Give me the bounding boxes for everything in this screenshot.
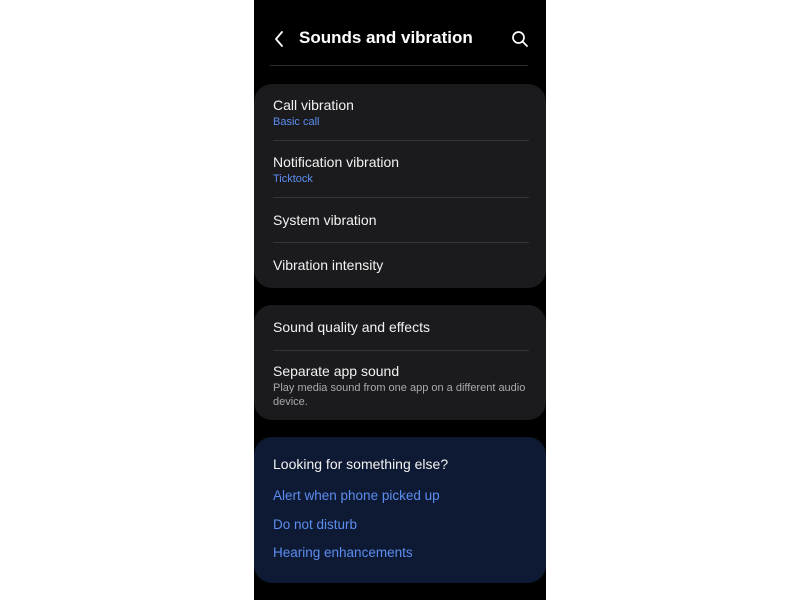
sound-settings-card: Sound quality and effects Separate app s… bbox=[254, 305, 546, 420]
system-vibration-label: System vibration bbox=[273, 212, 377, 228]
page-title: Sounds and vibration bbox=[299, 28, 473, 47]
notification-vibration-value: Ticktock bbox=[273, 173, 313, 185]
suggestions-card: Looking for something else? Alert when p… bbox=[254, 437, 546, 583]
divider bbox=[273, 350, 529, 351]
header-divider bbox=[270, 65, 528, 66]
vibration-intensity-item[interactable]: Vibration intensity bbox=[254, 257, 546, 274]
search-button[interactable] bbox=[508, 27, 532, 51]
call-vibration-item[interactable]: Call vibration Basic call bbox=[254, 97, 546, 129]
phone-screen: Sounds and vibration Call vibration Basi… bbox=[254, 0, 546, 600]
chevron-left-icon bbox=[275, 31, 283, 47]
vibration-intensity-label: Vibration intensity bbox=[273, 257, 384, 273]
search-icon bbox=[512, 31, 528, 47]
suggestions-title: Looking for something else? bbox=[273, 456, 449, 472]
sound-quality-label: Sound quality and effects bbox=[273, 319, 430, 335]
vibration-settings-card: Call vibration Basic call Notification v… bbox=[254, 84, 546, 288]
call-vibration-value: Basic call bbox=[273, 116, 320, 128]
sound-quality-item[interactable]: Sound quality and effects bbox=[254, 319, 546, 336]
notification-vibration-item[interactable]: Notification vibration Ticktock bbox=[254, 154, 546, 186]
do-not-disturb-link[interactable]: Do not disturb bbox=[273, 517, 357, 532]
divider bbox=[273, 242, 529, 243]
system-vibration-item[interactable]: System vibration bbox=[254, 212, 546, 229]
call-vibration-label: Call vibration bbox=[273, 97, 354, 113]
divider bbox=[273, 140, 529, 141]
hearing-enhancements-link[interactable]: Hearing enhancements bbox=[273, 545, 413, 560]
separate-app-sound-item[interactable]: Separate app sound Play media sound from… bbox=[254, 363, 546, 409]
notification-vibration-label: Notification vibration bbox=[273, 154, 400, 170]
back-button[interactable] bbox=[268, 26, 290, 52]
separate-app-sound-label: Separate app sound bbox=[273, 363, 400, 379]
separate-app-sound-description: Play media sound from one app on a diffe… bbox=[273, 382, 526, 408]
app-bar: Sounds and vibration bbox=[254, 0, 546, 66]
alert-when-picked-up-link[interactable]: Alert when phone picked up bbox=[273, 488, 440, 503]
divider bbox=[273, 197, 529, 198]
